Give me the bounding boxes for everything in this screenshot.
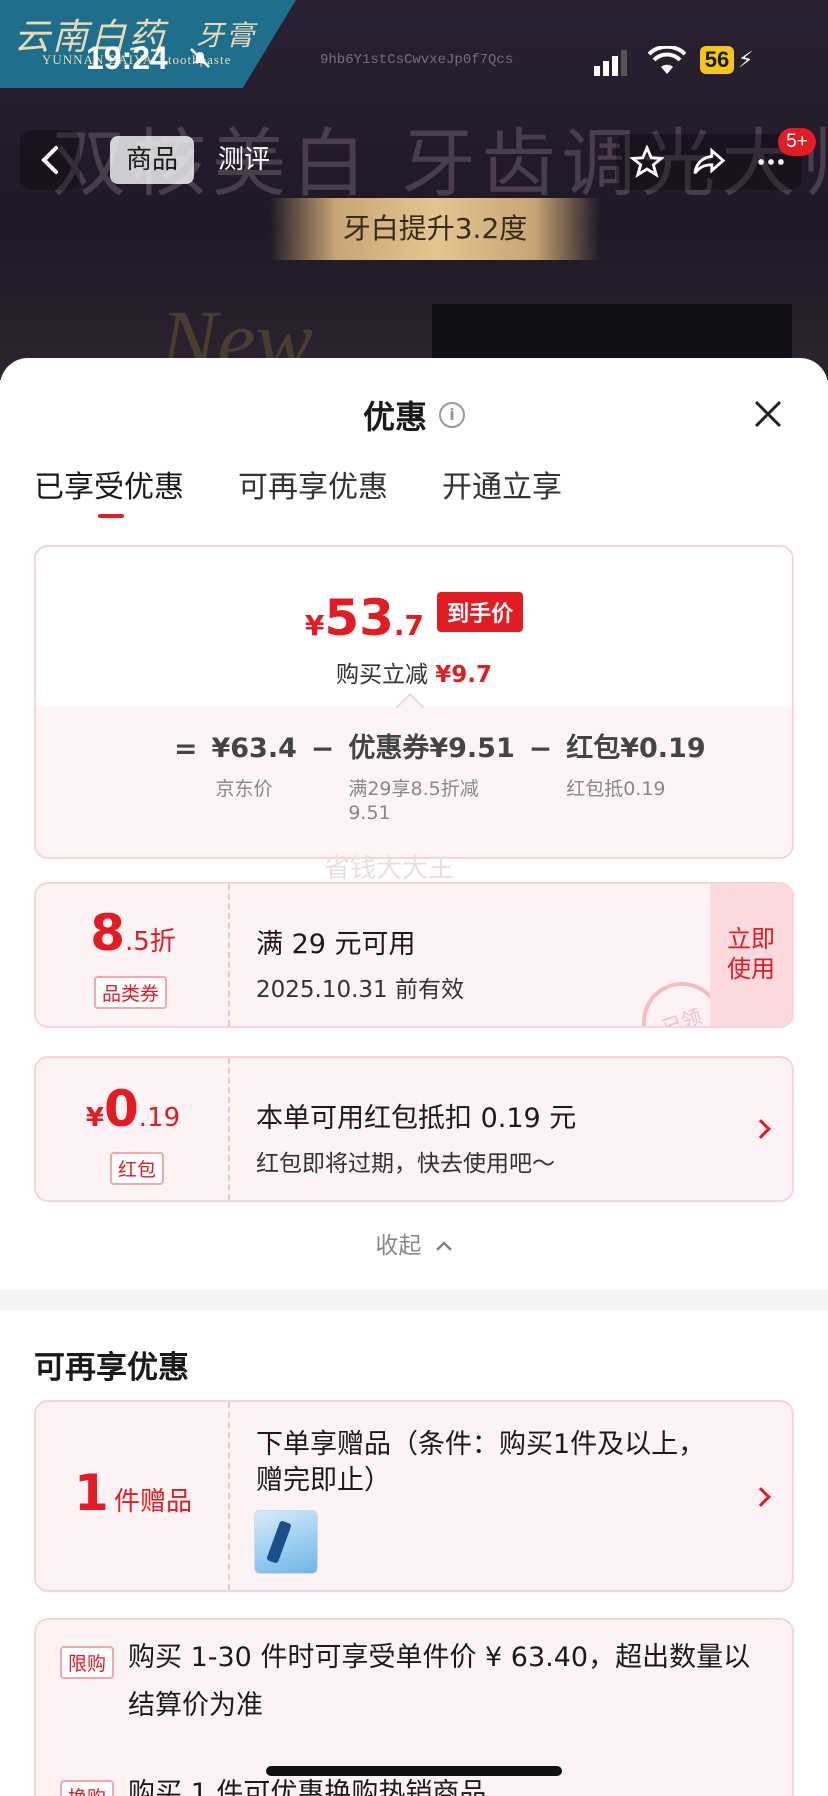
redpacket-line2: 红包即将过期，快去使用吧～ [256, 1151, 555, 1177]
info-icon[interactable]: i [439, 402, 465, 428]
status-time: 19:24 [86, 40, 168, 76]
coupon-type-tag: 品类券 [94, 976, 168, 1009]
final-price: ¥53.7 到手价 [36, 589, 792, 647]
price-formula: = ¥63.4 京东价 − 优惠券¥9.51 满29享8.5折减9.51 − 红… [174, 731, 706, 825]
limit-text: 购买 1-30 件时可享受单件价 ¥ 63.40，超出数量以结算价为准 [128, 1642, 751, 1721]
sheet-title: 优惠 [362, 398, 427, 436]
discount-sheet: 优惠 i 已享受优惠 可再享优惠 开通立享 ¥53.7 到手价 购买立减 ¥9.… [0, 358, 828, 1796]
redpacket-line1: 本单可用红包抵扣 0.19 元 [256, 1103, 577, 1134]
final-price-currency: ¥ [304, 609, 325, 642]
discount-tabs: 已享受优惠 可再享优惠 开通立享 [34, 462, 562, 518]
home-indicator [266, 1766, 562, 1776]
tab-active-indicator [98, 514, 124, 518]
gift-count: 1 件赠品 [36, 1464, 230, 1522]
gift-count-number: 1 [74, 1464, 109, 1522]
message-badge: 5+ [778, 128, 816, 156]
watermark: 省钱大大王 [324, 854, 455, 884]
redpacket-dec: .19 [138, 1103, 181, 1133]
formula-equals: = [174, 732, 198, 765]
gift-card[interactable]: 1 件赠品 下单享赠品（条件：购买1件及以上， 赠完即止） [34, 1400, 794, 1592]
redpacket-amount: ¥0.19 [36, 1080, 230, 1138]
section-divider [0, 1290, 828, 1310]
formula-jd-price: ¥63.4 京东价 [211, 731, 296, 801]
category-coupon-card: 8.5折 品类券 满 29 元可用 2025.10.31 前有效 已领 立即 使… [34, 882, 794, 1028]
chevron-right-icon [751, 1119, 771, 1139]
limit-tag: 限购 [60, 1646, 115, 1679]
coupon-discount: 8.5折 [36, 904, 230, 962]
back-button[interactable] [20, 130, 80, 190]
close-icon[interactable] [750, 396, 786, 432]
final-price-card: ¥53.7 到手价 购买立减 ¥9.7 = ¥63.4 京东价 − 优惠券¥9.… [34, 545, 794, 859]
use-coupon-button[interactable]: 立即 使用 [710, 884, 792, 1026]
final-price-integer: 53 [324, 589, 394, 647]
final-price-decimal: .7 [393, 609, 425, 642]
formula-minus: − [310, 732, 335, 765]
bell-muted-icon [190, 48, 210, 68]
redpacket-card[interactable]: ¥0.19 红包 本单可用红包抵扣 0.19 元 红包即将过期，快去使用吧～ [34, 1056, 794, 1202]
tab-activate[interactable]: 开通立享 [442, 462, 562, 516]
exchange-tag: 换购 [60, 1780, 115, 1796]
battery-level: 56 [700, 46, 734, 74]
wifi-icon [648, 46, 686, 74]
chevron-right-icon [751, 1487, 771, 1507]
formula-coupon: 优惠券¥9.51 满29享8.5折减9.51 [348, 731, 514, 825]
nav-tab-review[interactable]: 测评 [202, 136, 286, 184]
sheet-header: 优惠 i [0, 392, 828, 438]
collapse-label: 收起 [375, 1233, 422, 1259]
coupon-discount-dec: .5 [124, 927, 150, 957]
discount-summary-label: 购买立减 [335, 662, 428, 688]
gift-line1: 下单享赠品（条件：购买1件及以上， [256, 1429, 706, 1460]
redpacket-value: 红包¥0.19 [566, 733, 706, 764]
nav-actions [616, 134, 802, 190]
charging-icon: ⚡ [738, 48, 754, 73]
coupon-value: 优惠券¥9.51 [348, 733, 515, 764]
coupon-discount-unit: 折 [149, 927, 176, 957]
tab-enjoyed[interactable]: 已享受优惠 [34, 462, 184, 518]
coupon-condition: 满 29 元可用 [256, 929, 416, 960]
tab-enjoyed-label: 已享受优惠 [34, 470, 184, 505]
final-price-tag: 到手价 [437, 592, 524, 632]
jd-price-label: 京东价 [215, 778, 273, 800]
jd-price-value: ¥63.4 [211, 733, 297, 764]
formula-redpacket: 红包¥0.19 红包抵0.19 [566, 731, 705, 801]
discount-summary: 购买立减 ¥9.7 [36, 655, 792, 689]
gift-product-thumbnail[interactable] [254, 1510, 318, 1574]
more-offers-title: 可再享优惠 [34, 1350, 189, 1386]
nav-tab-product[interactable]: 商品 [110, 136, 195, 184]
share-icon[interactable] [691, 145, 727, 179]
discount-summary-value: ¥9.7 [435, 662, 493, 688]
chevron-left-icon [41, 146, 58, 174]
redpacket-int: 0 [103, 1080, 139, 1138]
gift-line2: 赠完即止） [256, 1465, 391, 1496]
banner-badge: 牙白提升3.2度 [270, 198, 600, 260]
use-coupon-line1: 立即 [727, 925, 775, 953]
gift-count-unit: 件赠品 [113, 1487, 192, 1517]
coupon-discount-int: 8 [90, 904, 125, 962]
formula-minus: − [528, 732, 553, 765]
coupon-note: 满29享8.5折减9.51 [348, 778, 479, 824]
coupon-validity: 2025.10.31 前有效 [256, 977, 464, 1003]
cellular-signal-icon [594, 50, 627, 76]
use-coupon-line2: 使用 [727, 955, 775, 983]
redpacket-type-tag: 红包 [110, 1152, 165, 1185]
chevron-up-icon [435, 1241, 452, 1251]
redpacket-currency: ¥ [85, 1103, 104, 1133]
nav-tabs: 商品 测评 [110, 136, 286, 184]
star-favorite-icon[interactable] [629, 145, 664, 179]
status-faint-id: 9hb6Y1stCsCwvxeJp0f7Qcs [320, 52, 514, 68]
collapse-button[interactable]: 收起 [0, 1226, 828, 1260]
tab-more-available[interactable]: 可再享优惠 [238, 462, 388, 516]
redpacket-note: 红包抵0.19 [566, 778, 666, 800]
